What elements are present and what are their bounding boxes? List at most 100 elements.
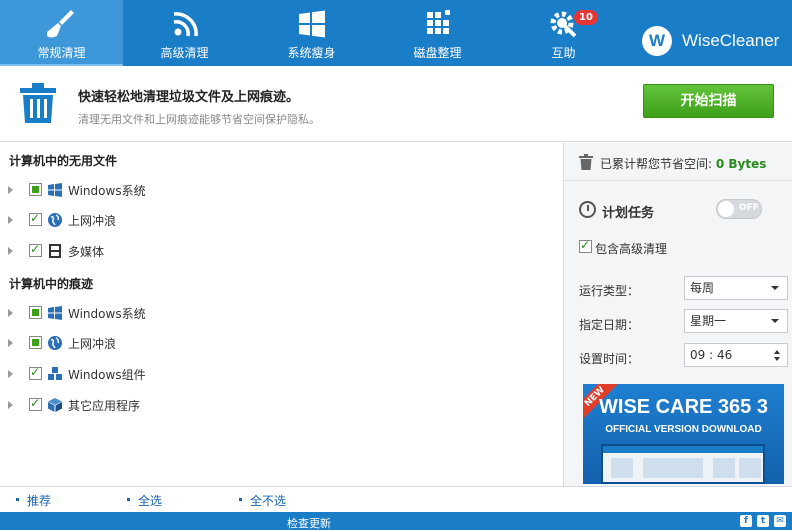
- day-label: 指定日期：: [579, 318, 640, 332]
- clean-items-tree: 计算机中的无用文件 Windows系统 上网冲浪 多媒体 计算机中的痕迹: [0, 143, 563, 486]
- facebook-icon[interactable]: f: [740, 515, 752, 527]
- box-icon: [48, 398, 62, 412]
- tree-item-windows-components[interactable]: Windows组件: [0, 362, 560, 386]
- space-saved-text: 已累计帮您节省空间: 0 Bytes: [600, 155, 766, 172]
- day-select[interactable]: 星期一: [684, 309, 788, 333]
- tree-item-label: 上网冲浪: [68, 337, 117, 351]
- tab-system-slim[interactable]: 系统瘦身: [250, 0, 373, 66]
- tree-item-label: 其它应用程序: [68, 399, 141, 413]
- tab-label: 高级清理: [160, 46, 209, 60]
- side-panel: 已累计帮您节省空间: 0 Bytes 计划任务 OFF 包含高级清理 运行类型：…: [563, 143, 792, 486]
- time-label: 设置时间：: [579, 352, 640, 366]
- tab-quick-clean[interactable]: 常规清理: [0, 0, 123, 66]
- checkbox-checked[interactable]: [29, 242, 42, 257]
- tree-item-internet[interactable]: 上网冲浪: [0, 208, 560, 232]
- tab-label: 磁盘整理: [413, 46, 462, 60]
- checkbox-partial[interactable]: [29, 183, 42, 196]
- recommend-link[interactable]: 推荐: [27, 492, 51, 509]
- promo-screenshot: [601, 444, 765, 484]
- select-all-link[interactable]: 全选: [138, 492, 162, 509]
- checkbox-partial[interactable]: [29, 336, 42, 349]
- trash-icon: [579, 154, 593, 170]
- day-value: 星期一: [690, 314, 727, 328]
- brand[interactable]: W WiseCleaner: [642, 26, 779, 56]
- space-saved-label: 已累计帮您节省空间:: [600, 157, 713, 171]
- brand-name: WiseCleaner: [682, 31, 780, 50]
- windows-icon: [48, 306, 62, 320]
- schedule-label: 计划任务: [602, 206, 655, 221]
- footer-links: 推荐 全选 全不选: [0, 486, 792, 512]
- tab-help[interactable]: 10 互助: [502, 0, 625, 66]
- expand-arrow-icon[interactable]: [8, 370, 13, 378]
- main-toolbar: 常规清理 高级清理 系统瘦身 磁盘整理 10 互助 W WiseCleaner: [0, 0, 792, 66]
- email-icon[interactable]: ✉: [774, 515, 786, 527]
- film-icon: [49, 244, 61, 258]
- expand-arrow-icon[interactable]: [8, 401, 13, 409]
- time-stepper[interactable]: 09 : 46: [684, 343, 788, 367]
- tree-item-internet-traces[interactable]: 上网冲浪: [0, 331, 560, 355]
- run-type-value: 每周: [690, 281, 715, 295]
- toggle-knob: [718, 201, 734, 217]
- tree-item-other-apps[interactable]: 其它应用程序: [0, 393, 560, 417]
- brand-logo: W: [642, 26, 672, 56]
- expand-arrow-icon[interactable]: [8, 186, 13, 194]
- checkbox-checked[interactable]: [29, 211, 42, 226]
- tree-item-label: Windows系统: [68, 307, 146, 321]
- tab-advanced-clean[interactable]: 高级清理: [123, 0, 246, 66]
- select-none-link[interactable]: 全不选: [250, 492, 286, 509]
- run-type-label: 运行类型：: [579, 284, 640, 298]
- include-advanced-label: 包含高级清理: [595, 242, 668, 256]
- run-type-select[interactable]: 每周: [684, 276, 788, 300]
- check-update-link[interactable]: 检查更新: [287, 515, 331, 531]
- promo-title: WISE CARE 365 3: [599, 396, 768, 418]
- section-title-useless-files: 计算机中的无用文件: [9, 154, 118, 168]
- windows-icon: [48, 183, 62, 197]
- status-bar: 检查更新 f t ✉: [0, 512, 792, 530]
- clock-icon: [579, 201, 596, 218]
- checkbox-checked[interactable]: [29, 365, 42, 380]
- tree-item-label: 上网冲浪: [68, 214, 117, 228]
- checkbox-partial[interactable]: [29, 306, 42, 319]
- space-saved-bar: 已累计帮您节省空间: 0 Bytes: [564, 143, 792, 181]
- tab-label: 系统瘦身: [287, 46, 336, 60]
- time-value: 09 : 46: [690, 348, 733, 362]
- schedule-toggle[interactable]: OFF: [716, 199, 762, 219]
- start-scan-button[interactable]: 开始扫描: [643, 84, 774, 118]
- tree-item-label: 多媒体: [68, 245, 105, 259]
- checkbox-checked[interactable]: [29, 396, 42, 411]
- chevron-down-icon: [771, 319, 779, 323]
- spin-up-icon[interactable]: [774, 350, 780, 354]
- expand-arrow-icon[interactable]: [8, 247, 13, 255]
- globe-icon: [48, 336, 62, 350]
- tab-label: 常规清理: [37, 46, 86, 60]
- defrag-icon: [426, 10, 450, 34]
- twitter-icon[interactable]: t: [757, 515, 769, 527]
- tab-label: 互助: [551, 46, 576, 60]
- components-icon: [48, 367, 62, 380]
- tree-item-multimedia[interactable]: 多媒体: [0, 239, 560, 263]
- tree-item-windows[interactable]: Windows系统: [0, 178, 560, 202]
- network-icon: [173, 12, 198, 37]
- header-banner: 快速轻松地清理垃圾文件及上网痕迹。 清理无用文件和上网痕迹能够节省空间保护隐私。…: [0, 66, 792, 142]
- promo-subtitle: OFFICIAL VERSION DOWNLOAD: [605, 424, 762, 435]
- broom-icon: [46, 10, 74, 38]
- include-advanced-checkbox[interactable]: [579, 238, 592, 253]
- windows-icon: [298, 10, 325, 38]
- banner-subtitle: 清理无用文件和上网痕迹能够节省空间保护隐私。: [78, 113, 320, 126]
- section-title-traces: 计算机中的痕迹: [9, 277, 94, 291]
- expand-arrow-icon[interactable]: [8, 309, 13, 317]
- expand-arrow-icon[interactable]: [8, 216, 13, 224]
- tree-item-label: Windows组件: [68, 368, 146, 382]
- chevron-down-icon: [771, 286, 779, 290]
- spin-down-icon[interactable]: [774, 357, 780, 361]
- tree-item-label: Windows系统: [68, 184, 146, 198]
- trash-icon: [20, 83, 56, 123]
- notification-badge: 10: [574, 10, 598, 25]
- globe-icon: [48, 213, 62, 227]
- tab-disk-defrag[interactable]: 磁盘整理: [376, 0, 499, 66]
- expand-arrow-icon[interactable]: [8, 339, 13, 347]
- promo-banner[interactable]: NEW WISE CARE 365 3 OFFICIAL VERSION DOW…: [583, 384, 784, 484]
- tree-item-windows-traces[interactable]: Windows系统: [0, 301, 560, 325]
- space-saved-value: 0 Bytes: [715, 157, 767, 171]
- banner-title: 快速轻松地清理垃圾文件及上网痕迹。: [78, 90, 300, 105]
